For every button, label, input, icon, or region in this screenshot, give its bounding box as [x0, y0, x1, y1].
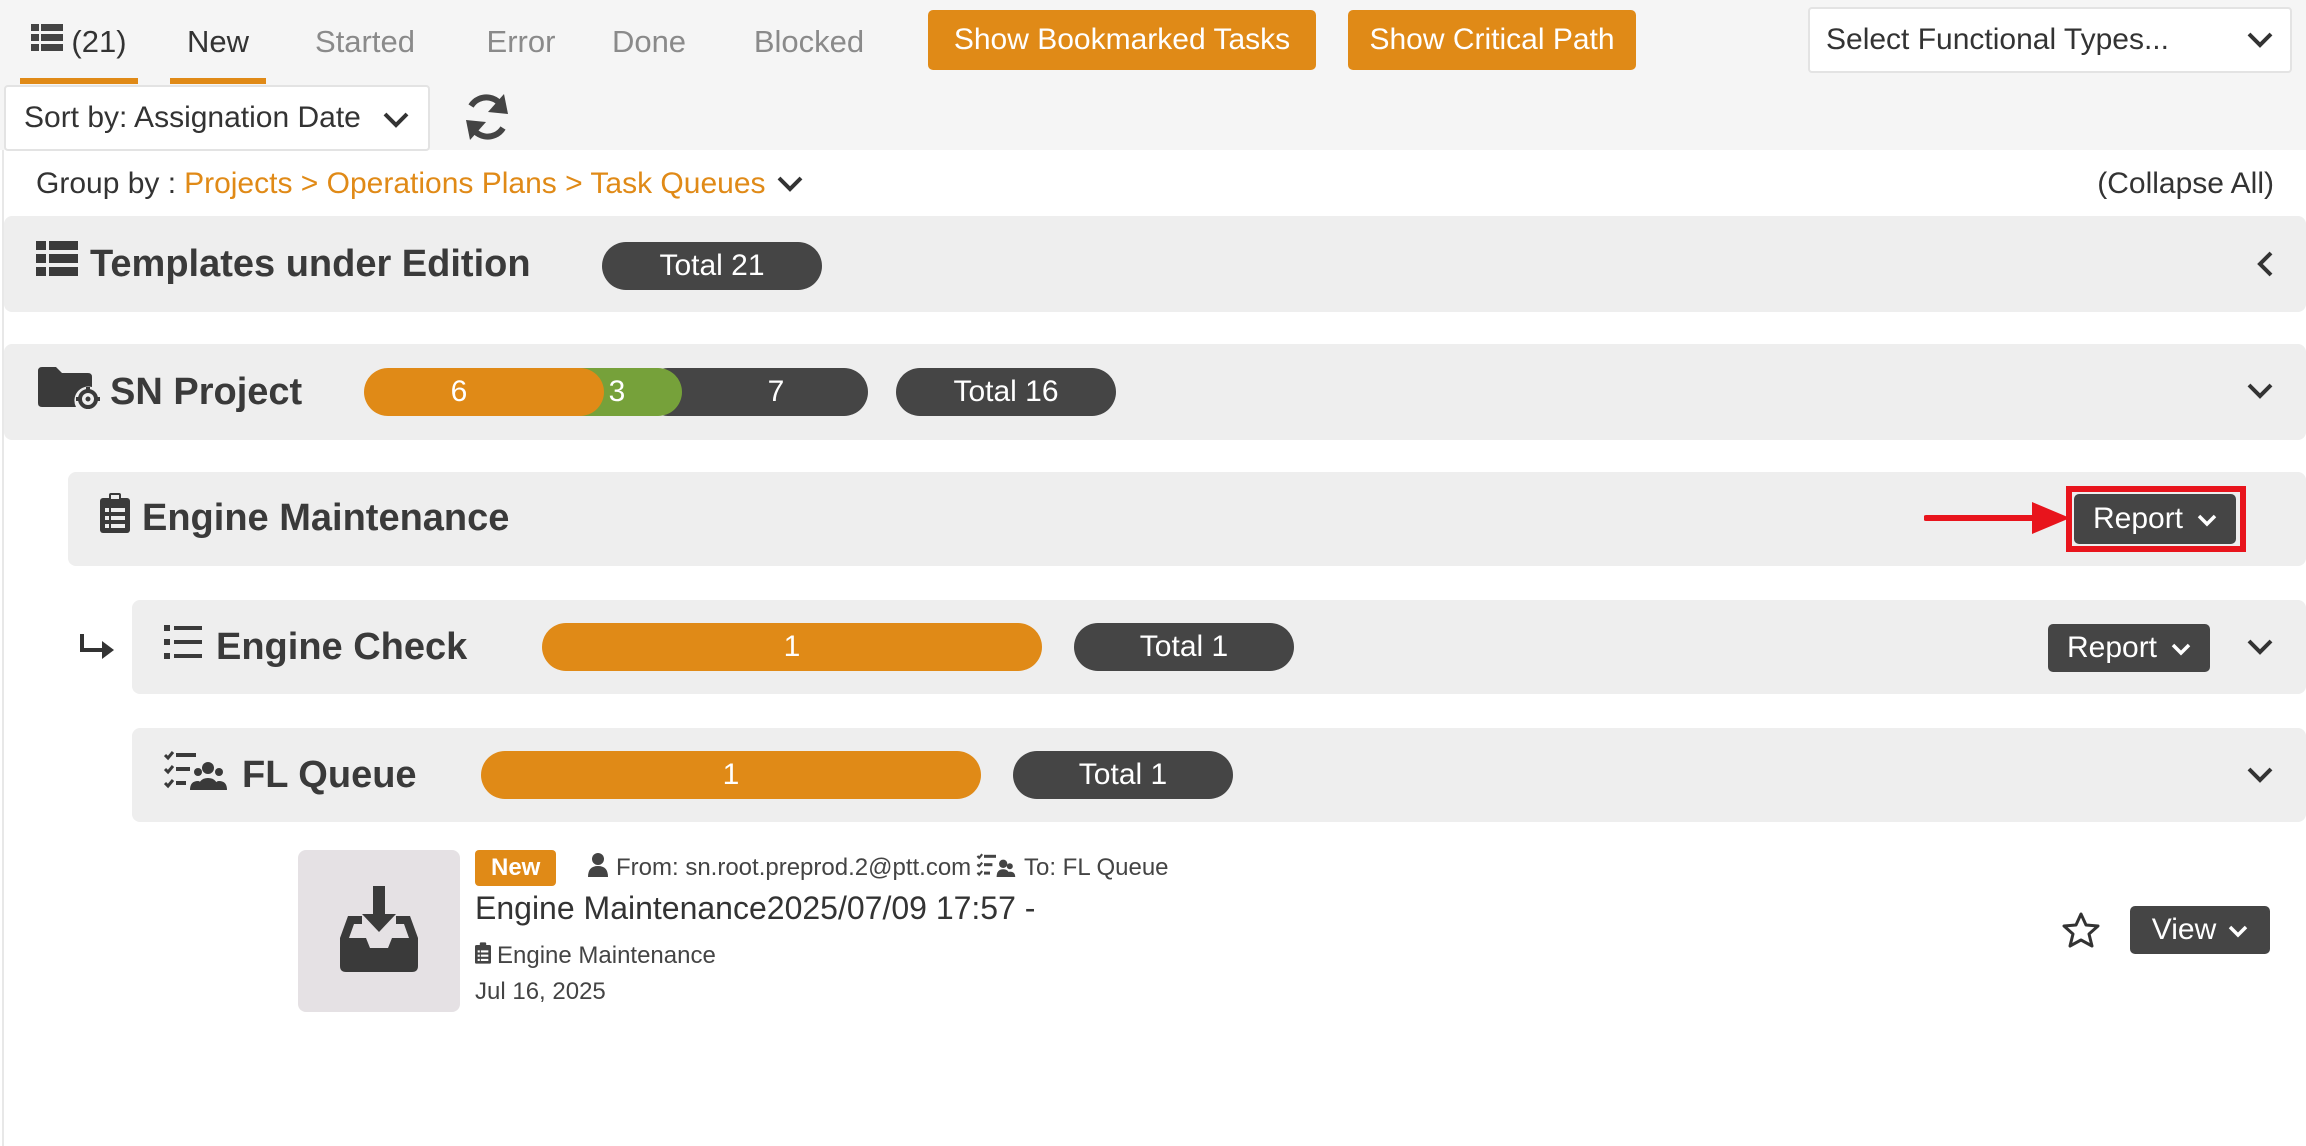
chevron-left-icon[interactable]	[2256, 250, 2274, 283]
plan-heading: Engine Maintenance	[100, 493, 510, 543]
chevron-down-icon[interactable]	[2246, 382, 2274, 405]
chevron-down-icon	[2197, 502, 2217, 536]
user-icon	[588, 852, 608, 884]
refresh-icon[interactable]	[458, 88, 516, 146]
status-segment-new: 6	[364, 368, 604, 416]
status-segment-new: 1	[542, 623, 1042, 671]
top-toolbar: (21) New Started Error Done Blocked Show…	[0, 0, 2306, 151]
check-report-button[interactable]: Report	[2048, 624, 2210, 672]
tab-count: (21)	[71, 24, 127, 59]
chevron-down-icon[interactable]	[2246, 766, 2274, 789]
annotation-arrow-icon	[1923, 498, 2074, 538]
task-from: From: sn.root.preprod.2@ptt.com	[588, 852, 971, 884]
table-list-icon	[36, 241, 78, 287]
total-badge: Total 21	[602, 242, 822, 290]
project-title: SN Project	[110, 370, 303, 413]
chevron-down-icon[interactable]	[2246, 638, 2274, 661]
report-button-label: Report	[2066, 631, 2158, 664]
status-badge: New	[475, 850, 557, 886]
queue-group-panel[interactable]: FL Queue 1 Total 1	[132, 728, 2306, 822]
status-stacked-bar: 7 3 6	[364, 368, 868, 416]
project-group-panel[interactable]: SN Project 7 3 6 Total 16	[4, 344, 2306, 440]
tab-started[interactable]: Started	[300, 0, 430, 84]
task-plan-text: Engine Maintenance	[497, 942, 716, 969]
group-by-label: Group by :	[36, 167, 177, 200]
tab-all[interactable]: (21)	[20, 0, 138, 84]
group-by: Group by : Projects > Operations Plans >…	[36, 160, 804, 208]
tasks-users-icon	[976, 853, 1016, 884]
functional-types-select-value: Select Functional Types...	[1826, 23, 2169, 56]
sort-select-value: Sort by: Assignation Date	[24, 101, 361, 134]
functional-types-select[interactable]: Select Functional Types...	[1808, 7, 2292, 73]
templates-group-heading: Templates under Edition	[36, 240, 531, 288]
check-group-panel[interactable]: Engine Check 1 Total 1 Report	[132, 600, 2306, 694]
check-title: Engine Check	[216, 625, 468, 668]
clipboard-list-icon	[475, 941, 491, 971]
bookmark-star-icon[interactable]	[2062, 912, 2100, 948]
tab-new-label: New	[186, 24, 249, 59]
queue-title: FL Queue	[242, 753, 417, 796]
task-title[interactable]: Engine Maintenance2025/07/09 17:57 -	[475, 890, 1035, 927]
task-thumbnail[interactable]	[298, 850, 460, 1012]
tab-done[interactable]: Done	[604, 0, 694, 84]
templates-group-title: Templates under Edition	[90, 242, 531, 285]
task-to: To: FL Queue	[976, 852, 1169, 884]
tab-underline	[170, 78, 266, 84]
task-from-text: From: sn.root.preprod.2@ptt.com	[616, 854, 972, 881]
group-by-path[interactable]: Projects > Operations Plans > Task Queue…	[184, 167, 765, 201]
tab-blocked-label: Blocked	[753, 24, 865, 59]
project-heading: SN Project	[36, 365, 303, 419]
inbox-download-icon	[334, 885, 424, 977]
show-bookmarked-tasks-button[interactable]: Show Bookmarked Tasks	[928, 10, 1316, 70]
tasks-users-icon	[163, 750, 228, 800]
tab-blocked[interactable]: Blocked	[742, 0, 876, 84]
collapse-all-link[interactable]: (Collapse All)	[2097, 160, 2274, 208]
content-border	[2, 150, 4, 1146]
plan-report-button[interactable]: Report	[2074, 494, 2236, 544]
templates-group-panel[interactable]: Templates under Edition Total 21	[4, 216, 2306, 312]
level-arrow-icon	[78, 632, 118, 664]
show-critical-path-button[interactable]: Show Critical Path	[1348, 10, 1636, 70]
clipboard-list-icon	[100, 493, 130, 543]
tab-done-label: Done	[611, 24, 687, 59]
task-plan: Engine Maintenance	[475, 940, 716, 972]
view-button[interactable]: View	[2130, 906, 2270, 954]
tab-new[interactable]: New	[170, 0, 266, 84]
chevron-down-icon	[2171, 631, 2191, 665]
chevron-down-icon	[382, 111, 410, 129]
tab-started-label: Started	[315, 24, 415, 59]
chevron-down-icon	[2246, 31, 2274, 49]
sort-select[interactable]: Sort by: Assignation Date	[4, 85, 430, 151]
tab-error-label: Error	[486, 24, 556, 59]
queue-heading: FL Queue	[163, 750, 417, 800]
check-heading: Engine Check	[164, 623, 467, 671]
tab-error[interactable]: Error	[466, 0, 576, 84]
list-ul-icon	[164, 625, 202, 669]
total-badge: Total 16	[896, 368, 1116, 416]
total-badge: Total 1	[1074, 623, 1294, 671]
chevron-down-icon	[2228, 913, 2248, 947]
status-segment-new: 1	[481, 751, 981, 799]
chevron-down-icon[interactable]	[776, 167, 804, 201]
folder-gear-icon	[36, 365, 100, 419]
total-badge: Total 1	[1013, 751, 1233, 799]
task-to-text: To: FL Queue	[1024, 854, 1169, 881]
tab-underline	[20, 78, 138, 84]
plan-title: Engine Maintenance	[142, 496, 510, 539]
list-icon	[31, 24, 64, 60]
view-button-label: View	[2151, 913, 2217, 946]
task-date: Jul 16, 2025	[475, 978, 606, 1005]
report-button-label: Report	[2092, 502, 2184, 535]
